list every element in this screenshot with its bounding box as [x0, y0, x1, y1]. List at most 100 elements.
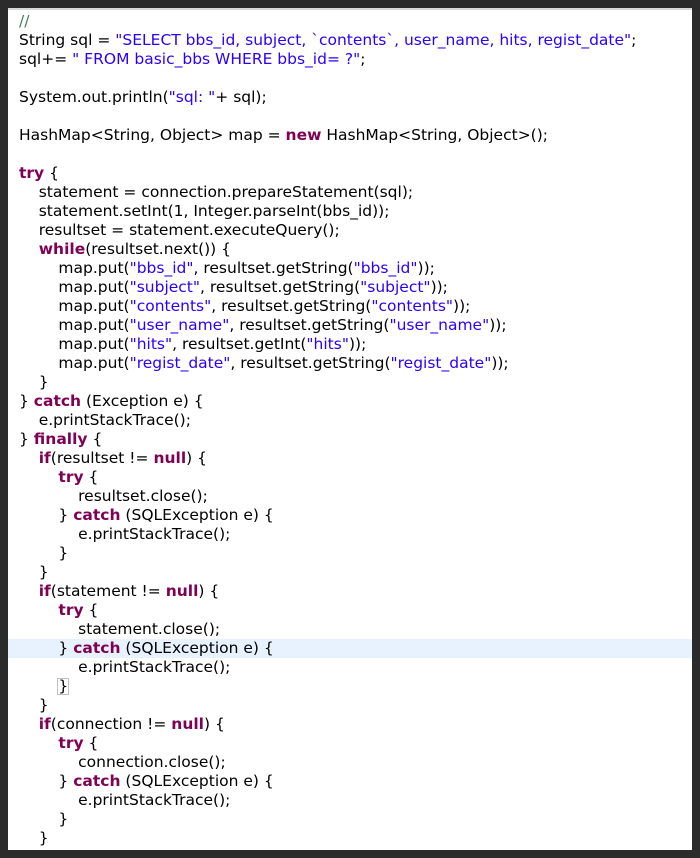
- code-line[interactable]: [8, 69, 692, 88]
- code-token: (SQLException e) {: [120, 639, 274, 657]
- code-line[interactable]: } catch (Exception e) {: [8, 392, 692, 411]
- code-token: map.put(: [19, 316, 130, 334]
- code-line[interactable]: while(resultset.next()) {: [8, 240, 692, 259]
- code-keyword: finally: [33, 430, 88, 448]
- code-token: , resultset.getString(: [200, 278, 361, 296]
- code-line[interactable]: //: [8, 12, 692, 31]
- code-line[interactable]: map.put("regist_date", resultset.getStri…: [8, 354, 692, 373]
- code-line[interactable]: statement.setInt(1, Integer.parseInt(bbs…: [8, 202, 692, 221]
- code-line[interactable]: }: [8, 810, 692, 829]
- code-editor[interactable]: // String sql = "SELECT bbs_id, subject,…: [8, 8, 692, 850]
- code-token: , resultset.getString(: [193, 259, 354, 277]
- code-token: }: [19, 563, 49, 581]
- code-line[interactable]: statement.close();: [8, 620, 692, 639]
- code-line[interactable]: } catch (SQLException e) {: [8, 772, 692, 791]
- code-line[interactable]: connection.close();: [8, 753, 692, 772]
- code-token: ;: [360, 50, 366, 68]
- code-line[interactable]: } catch (SQLException e) {: [8, 506, 692, 525]
- code-line[interactable]: e.printStackTrace();: [8, 791, 692, 810]
- code-line[interactable]: if(statement != null) {: [8, 582, 692, 601]
- code-string: "hits": [306, 335, 349, 353]
- code-token: map.put(: [19, 278, 130, 296]
- code-token: map.put(: [19, 335, 130, 353]
- code-line[interactable]: statement = connection.prepareStatement(…: [8, 183, 692, 202]
- code-line[interactable]: map.put("subject", resultset.getString("…: [8, 278, 692, 297]
- code-line[interactable]: e.printStackTrace();: [8, 411, 692, 430]
- code-token: e.printStackTrace();: [19, 411, 191, 429]
- code-token: statement.setInt(1, Integer.parseInt(bbs…: [19, 202, 390, 220]
- code-line[interactable]: try {: [8, 468, 692, 487]
- code-token: }: [19, 392, 34, 410]
- code-line[interactable]: [8, 145, 692, 164]
- code-keyword: while: [38, 240, 86, 258]
- code-token: ));: [489, 316, 507, 334]
- code-token: ));: [453, 297, 471, 315]
- code-token: e.printStackTrace();: [19, 791, 231, 809]
- code-line[interactable]: e.printStackTrace();: [8, 525, 692, 544]
- code-line[interactable]: String sql = "SELECT bbs_id, subject, `c…: [8, 31, 692, 50]
- code-line[interactable]: resultset = statement.executeQuery();: [8, 221, 692, 240]
- code-line-current[interactable]: } catch (SQLException e) {: [8, 639, 692, 658]
- code-token: statement = connection.prepareStatement(…: [19, 183, 414, 201]
- code-lines: // String sql = "SELECT bbs_id, subject,…: [8, 12, 692, 850]
- code-line[interactable]: map.put("user_name", resultset.getString…: [8, 316, 692, 335]
- code-line[interactable]: }: [8, 677, 692, 696]
- code-string: "regist_date": [129, 354, 231, 372]
- code-keyword: if: [38, 449, 51, 467]
- code-token: }: [19, 829, 49, 847]
- code-token: }: [19, 506, 74, 524]
- code-token: ) {: [186, 449, 207, 467]
- code-line[interactable]: map.put("contents", resultset.getString(…: [8, 297, 692, 316]
- code-token: HashMap<String, Object> map =: [19, 126, 286, 144]
- code-keyword: catch: [73, 772, 121, 790]
- code-token: map.put(: [19, 354, 130, 372]
- code-token: }: [19, 373, 49, 391]
- code-line[interactable]: resultset.close();: [8, 487, 692, 506]
- code-token: (SQLException e) {: [120, 772, 274, 790]
- code-line[interactable]: try {: [8, 734, 692, 753]
- code-line[interactable]: if(resultset != null) {: [8, 449, 692, 468]
- code-keyword: catch: [73, 506, 121, 524]
- code-line[interactable]: System.out.println("sql: "+ sql);: [8, 88, 692, 107]
- code-token: e.printStackTrace();: [19, 658, 231, 676]
- code-line[interactable]: } finally {: [8, 430, 692, 449]
- code-token: }: [19, 639, 74, 657]
- code-line[interactable]: }: [8, 848, 692, 850]
- code-line[interactable]: }: [8, 373, 692, 392]
- code-line[interactable]: sql+= " FROM basic_bbs WHERE bbs_id= ?";: [8, 50, 692, 69]
- code-line[interactable]: e.printStackTrace();: [8, 658, 692, 677]
- code-token: String sql =: [19, 31, 116, 49]
- code-line[interactable]: try {: [8, 164, 692, 183]
- code-line[interactable]: HashMap<String, Object> map = new HashMa…: [8, 126, 692, 145]
- code-token: }: [19, 696, 49, 714]
- code-keyword: try: [58, 601, 84, 619]
- code-keyword: new: [285, 126, 322, 144]
- code-token: ));: [417, 259, 435, 277]
- code-token: (Exception e) {: [81, 392, 204, 410]
- code-line[interactable]: map.put("hits", resultset.getInt("hits")…: [8, 335, 692, 354]
- code-line[interactable]: }: [8, 696, 692, 715]
- code-line[interactable]: if(connection != null) {: [8, 715, 692, 734]
- code-keyword: try: [58, 468, 84, 486]
- code-line[interactable]: map.put("bbs_id", resultset.getString("b…: [8, 259, 692, 278]
- code-line[interactable]: }: [8, 829, 692, 848]
- code-keyword: if: [38, 582, 51, 600]
- code-string: "subject": [360, 278, 431, 296]
- code-line[interactable]: }: [8, 563, 692, 582]
- matched-bracket: }: [57, 677, 70, 695]
- code-keyword: try: [58, 734, 84, 752]
- code-token: ));: [491, 354, 509, 372]
- code-string: "regist_date": [390, 354, 492, 372]
- code-line[interactable]: [8, 107, 692, 126]
- code-token: connection.close();: [19, 753, 226, 771]
- code-token: ));: [430, 278, 448, 296]
- code-token: resultset.close();: [19, 487, 208, 505]
- code-token: ;: [631, 31, 637, 49]
- code-token: {: [83, 734, 99, 752]
- code-keyword: null: [171, 715, 204, 733]
- code-comment: //: [19, 12, 35, 30]
- code-line[interactable]: try {: [8, 601, 692, 620]
- code-line[interactable]: }: [8, 544, 692, 563]
